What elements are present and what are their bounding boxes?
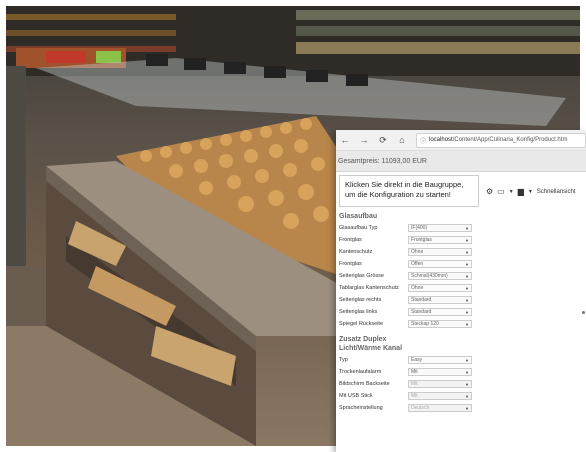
chevron-down-icon: ▼ [465,225,469,231]
gear-icon[interactable]: ⚙ [486,187,493,196]
reload-icon[interactable]: ⟳ [378,135,388,146]
config-label: Seitenglas Grösse [339,273,384,279]
config-select[interactable]: Mit ▼ [408,368,472,376]
intro-text: Klicken Sie direkt in die Baugruppe, um … [339,175,479,207]
chevron-down-icon: ▼ [465,237,469,243]
section-title: Glasaufbau [339,213,378,220]
config-select-value: Offen [411,261,424,267]
quick-view-label[interactable]: Schnellansicht [537,189,576,195]
config-select[interactable]: Deutsch ▼ [408,404,472,412]
config-select[interactable]: Mit ▼ [408,380,472,388]
config-label: Glasaufbau Typ [339,225,378,231]
config-row: Seitenglas rechts Standard ▼ [339,294,479,306]
forward-icon[interactable]: → [359,135,369,145]
config-select[interactable]: Steckap 120 ▼ [408,320,472,328]
config-select[interactable]: Ohne ▼ [408,248,472,256]
chevron-down-icon: ▼ [465,321,469,327]
config-select-value: Mit [411,393,418,399]
config-label: Seitenglas links [339,309,378,315]
chevron-down-icon: ▼ [465,393,469,399]
chevron-down-icon: ▼ [465,405,469,411]
info-icon: ⓘ [420,138,427,145]
config-label: Spiegel Rückseite [339,321,384,327]
config-label: Trockenlaufalarm [339,369,382,375]
viewer-marker [582,311,585,314]
chevron-down-icon: ▼ [465,297,469,303]
layers-icon[interactable]: ▆ [518,187,524,196]
total-price: Gesamtpreis: 11093,00 EUR [338,157,427,165]
config-select-value: Mit [411,381,418,387]
document-icon[interactable]: ▭ [497,187,505,196]
config-select-value: Ohne [411,249,424,255]
config-row: Mit USB Stick Mit ▼ [339,390,479,402]
config-select-value: Standard [411,309,432,315]
price-header: Gesamtpreis: 11093,00 EUR [336,151,586,172]
config-row: Trockenlaufalarm Mit ▼ [339,366,479,378]
config-select-value: Ohne [411,285,424,291]
viewer-toolbar: ⚙ ▭ ▼ ▆ ▼ Schnellansicht [486,187,586,196]
config-row: Seitenglas Grösse Schmal(430mm) ▼ [339,270,479,282]
config-label: Kantenschutz [339,249,373,255]
config-panel: Klicken Sie direkt in die Baugruppe, um … [339,175,479,414]
section-title: Zusatz Duplex [339,336,387,343]
config-row: Bildschirm Backseite Mit ▼ [339,378,479,390]
chevron-down-icon: ▼ [465,273,469,279]
config-row: Glasaufbau Typ IF(400) ▼ [339,222,479,234]
config-select-value: Steckap 120 [411,321,439,327]
config-label: Mit USB Stick [339,393,373,399]
browser-window: ← → ⟳ ⌂ ⓘ localhost/Content/App/Culinari… [336,130,586,452]
config-select-value: Frontglas [411,237,432,243]
chevron-down-icon: ▼ [465,309,469,315]
config-select[interactable]: IF(400) ▼ [408,224,472,232]
config-select[interactable]: Standard ▼ [408,296,472,304]
address-bar[interactable]: ⓘ localhost/Content/App/Culinaria_Konfig… [416,132,586,148]
chevron-down-icon: ▼ [465,381,469,387]
config-select-value: Easy [411,357,423,363]
config-label: Tablarglas Kantenschutz [339,285,399,291]
config-select[interactable]: Easy ▼ [408,356,472,364]
config-select-value: Standard [411,297,432,303]
config-row: Spracheinstellung Deutsch ▼ [339,402,479,414]
config-select[interactable]: Standard ▼ [408,308,472,316]
config-select-value: Schmal(430mm) [411,273,448,279]
config-label: Frontglas [339,261,362,267]
config-select-value: Mit [411,369,418,375]
url-path: /Content/App/Culinaria_Konfig/Product.ht… [452,137,568,143]
chevron-down-icon: ▼ [465,285,469,291]
config-label: Typ [339,357,348,363]
url-host: localhost [429,137,453,143]
section-licht-waerme: Typ Easy ▼ Trockenlaufalarm Mit ▼ Bildschirm B… [339,354,479,414]
config-row: Frontglas Offen ▼ [339,258,479,270]
chevron-down-icon: ▼ [465,357,469,363]
chevron-down-icon[interactable]: ▼ [528,189,533,195]
config-row: Typ Easy ▼ [339,354,479,366]
config-select[interactable]: Mit ▼ [408,392,472,400]
section-title: Licht/Wärme Kanal [339,345,403,352]
config-row: Tablarglas Kantenschutz Ohne ▼ [339,282,479,294]
browser-navbar: ← → ⟳ ⌂ ⓘ localhost/Content/App/Culinari… [336,130,586,151]
chevron-down-icon: ▼ [465,369,469,375]
viewer-panel: ⚙ ▭ ▼ ▆ ▼ Schnellansicht [486,187,586,196]
home-icon[interactable]: ⌂ [397,135,407,145]
config-select[interactable]: Offen ▼ [408,260,472,268]
config-label: Bildschirm Backseite [339,381,390,387]
config-row: Frontglas Frontglas ▼ [339,234,479,246]
config-select-value: Deutsch [411,405,430,411]
config-row: Seitenglas links Standard ▼ [339,306,479,318]
chevron-down-icon: ▼ [465,249,469,255]
config-row: Spiegel Rückseite Steckap 120 ▼ [339,318,479,330]
config-row: Kantenschutz Ohne ▼ [339,246,479,258]
chevron-down-icon[interactable]: ▼ [509,189,514,195]
config-select[interactable]: Ohne ▼ [408,284,472,292]
section-glasaufbau: Glasaufbau Typ IF(400) ▼ Frontglas Frontglas… [339,222,479,330]
chevron-down-icon: ▼ [465,261,469,267]
config-select[interactable]: Frontglas ▼ [408,236,472,244]
config-label: Spracheinstellung [339,405,383,411]
back-icon[interactable]: ← [340,135,350,145]
config-select[interactable]: Schmal(430mm) ▼ [408,272,472,280]
config-select-value: IF(400) [411,225,428,231]
config-label: Frontglas [339,237,362,243]
config-label: Seitenglas rechts [339,297,382,303]
